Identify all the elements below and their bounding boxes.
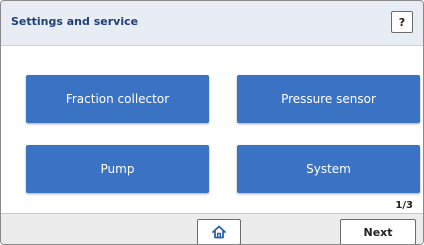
fraction-collector-button[interactable]: Fraction collector (26, 75, 209, 123)
page-indicator: 1/3 (395, 200, 413, 211)
pump-button[interactable]: Pump (26, 145, 209, 193)
footer-bar: Next (1, 213, 423, 244)
pressure-sensor-button[interactable]: Pressure sensor (237, 75, 420, 123)
home-button[interactable] (197, 219, 241, 244)
page-title: Settings and service (11, 15, 139, 28)
next-button[interactable]: Next (340, 219, 416, 244)
help-button[interactable]: ? (391, 11, 413, 33)
system-button[interactable]: System (237, 145, 420, 193)
settings-screen: Settings and service ? Fraction collecto… (0, 0, 424, 245)
home-icon (212, 225, 226, 239)
header-bar: Settings and service ? (1, 1, 423, 46)
